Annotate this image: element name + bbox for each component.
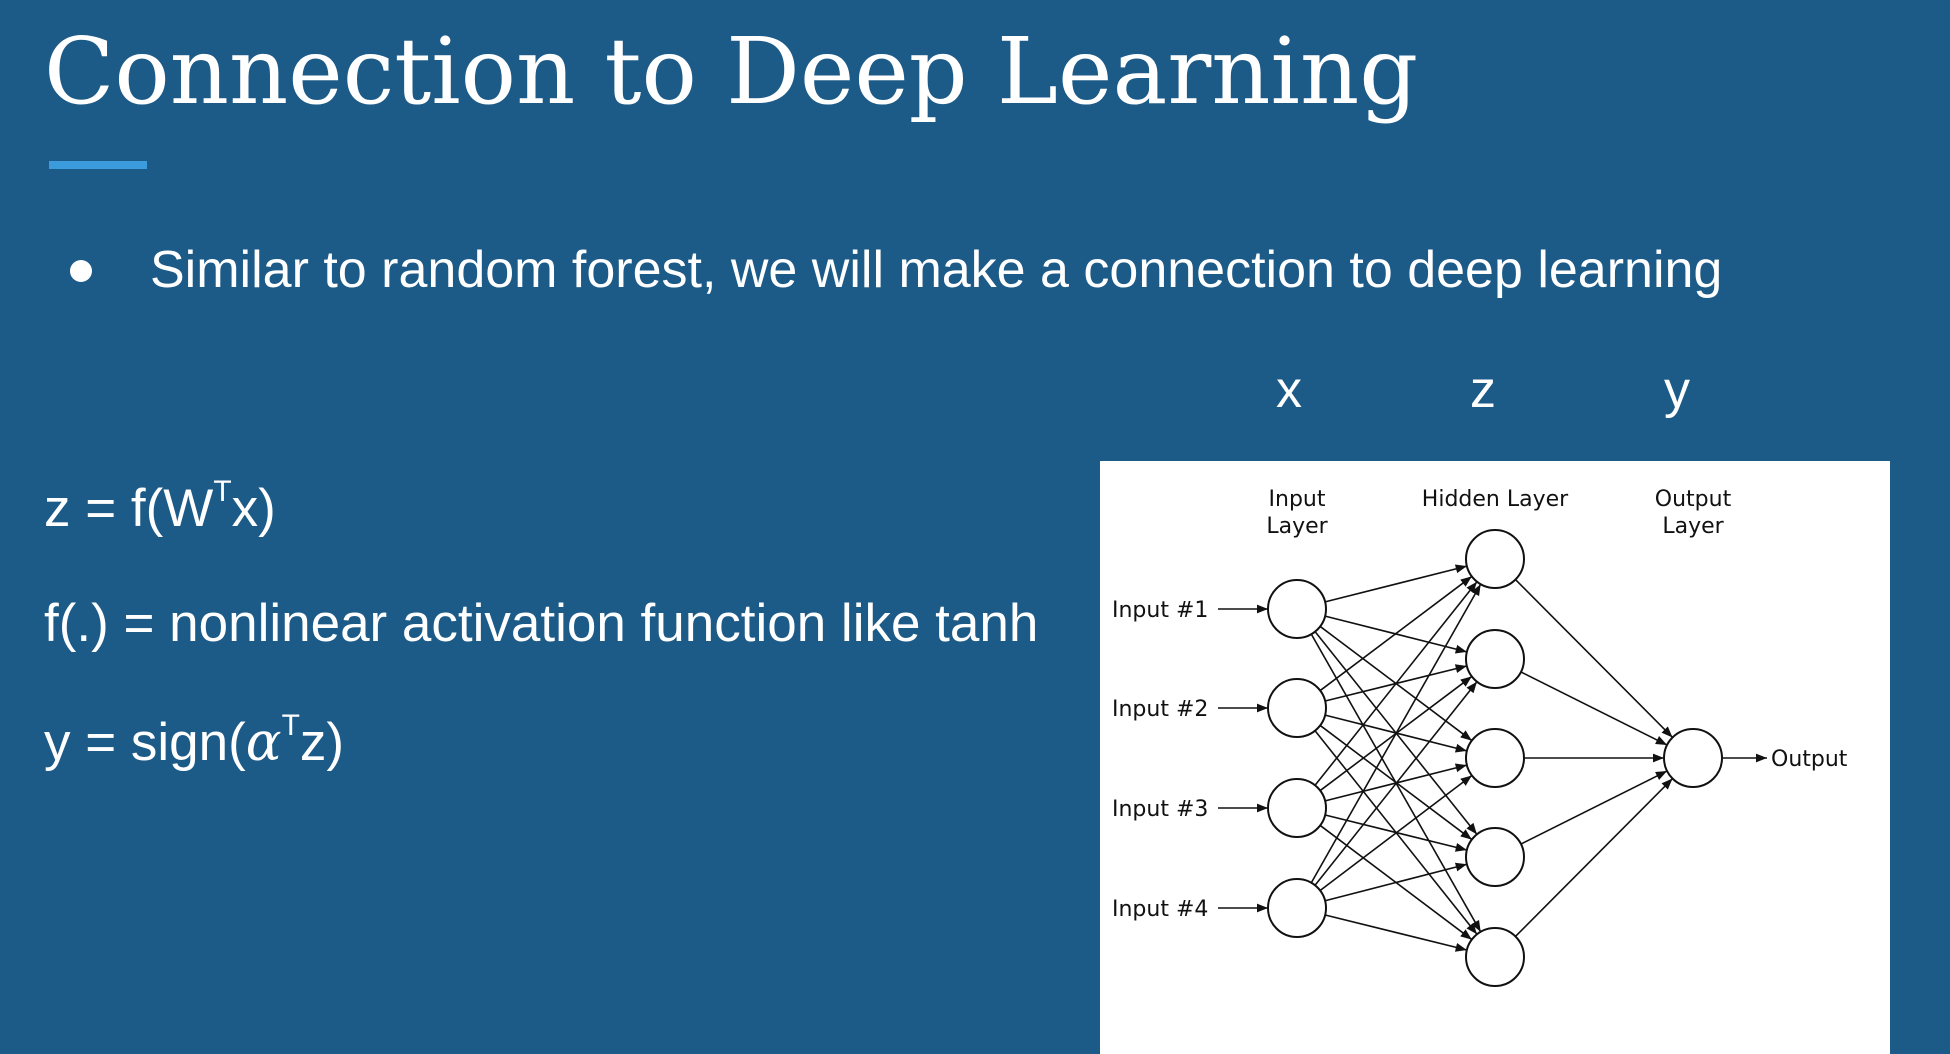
bullet-text: Similar to random forest, we will make a… (150, 241, 1723, 299)
edge-hidden1-output (1514, 578, 1674, 739)
hidden-node-1 (1465, 529, 1525, 589)
eq1-sup: T (213, 475, 232, 509)
edge-input4-hidden2 (1314, 681, 1478, 886)
input-label-1: Input #1 (1112, 598, 1208, 623)
slide-title: Connection to Deep Learning (44, 18, 1419, 125)
input-label-4: Input #4 (1112, 897, 1208, 922)
output-layer-label-1: Output (1655, 487, 1732, 512)
input-label-2: Input #2 (1112, 697, 1208, 722)
equation-y: y = sign(αTz) (44, 709, 345, 773)
hidden-node-4 (1465, 827, 1525, 887)
output-layer-label-2: Layer (1662, 514, 1724, 539)
eq3-alpha: α (245, 712, 282, 773)
input-node-4 (1267, 878, 1327, 938)
edge-input4-hidden1 (1310, 583, 1482, 884)
output-node (1663, 728, 1723, 788)
output-label: Output (1771, 747, 1848, 772)
eq3-sup: T (281, 709, 300, 743)
title-underline (49, 161, 147, 169)
equation-z: z = f(WTx) (44, 475, 276, 539)
neural-network-svg: Input #1 Input #2 Input #3 Input #4 Output In… (1112, 487, 1848, 987)
input-layer-label-2: Layer (1266, 514, 1328, 539)
hidden-node-2 (1465, 629, 1525, 689)
input-label-3: Input #3 (1112, 797, 1208, 822)
input-node-1 (1267, 579, 1327, 639)
eq3-suffix: z) (299, 713, 345, 772)
var-label-x: x (1276, 361, 1302, 419)
equation-f: f(.) = nonlinear activation function lik… (44, 594, 1039, 653)
eq3-prefix: y = sign( (44, 713, 246, 772)
var-label-y: y (1664, 361, 1690, 419)
edge-input2-hidden1 (1319, 575, 1473, 692)
input-node-3 (1267, 778, 1327, 838)
edge-hidden4-output (1520, 770, 1668, 845)
bullet-dot (70, 260, 92, 282)
hidden-node-5 (1465, 927, 1525, 987)
eq1-prefix: z = f(W (44, 479, 214, 538)
hidden-node-3 (1465, 728, 1525, 788)
var-label-z: z (1470, 361, 1496, 419)
input-layer-label-1: Input (1269, 487, 1326, 512)
input-node-2 (1267, 678, 1327, 738)
edge-input4-hidden3 (1319, 774, 1473, 892)
edge-hidden5-output (1514, 777, 1674, 938)
neural-network-diagram: Input #1 Input #2 Input #3 Input #4 Output In… (1100, 461, 1890, 1054)
hidden-layer-label-1: Hidden Layer (1422, 487, 1569, 512)
edge-hidden2-output (1520, 671, 1668, 746)
eq1-suffix: x) (231, 479, 276, 538)
